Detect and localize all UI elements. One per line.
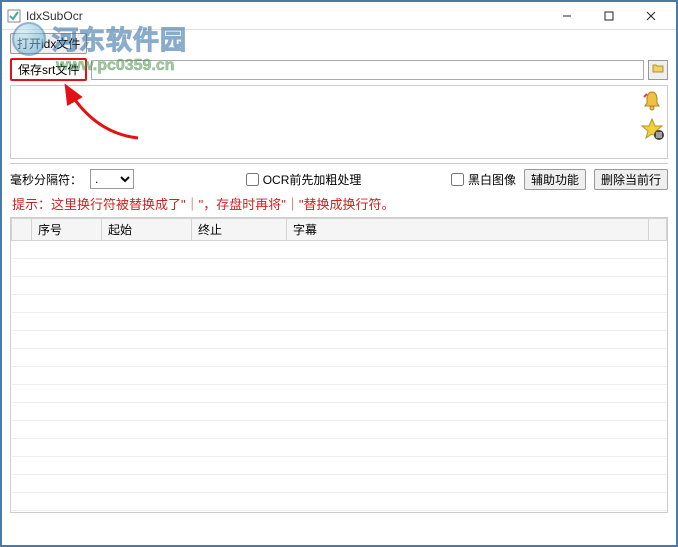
table-row[interactable] [12,277,667,295]
window-title: IdxSubOcr [26,9,546,23]
bw-image-label: 黑白图像 [468,171,516,188]
column-header-num[interactable]: 序号 [32,219,102,241]
table-row[interactable] [12,295,667,313]
folder-icon [652,62,664,74]
save-srt-button[interactable]: 保存srt文件 [10,58,87,81]
column-header-tail[interactable] [649,219,667,241]
divider [10,163,668,164]
ocr-bold-checkbox[interactable] [246,173,259,186]
table-row[interactable] [12,349,667,367]
maximize-button[interactable] [588,2,630,30]
subtitle-table-wrap: 序号 起始 终止 字幕 [10,217,668,513]
srt-filepath-input[interactable] [91,60,644,80]
table-row[interactable] [12,403,667,421]
options-row: 毫秒分隔符： . OCR前先加粗处理 黑白图像 辅助功能 删除当前行 [2,166,676,192]
column-header-rownum[interactable] [12,219,32,241]
table-row[interactable] [12,457,667,475]
star-icon[interactable] [639,116,665,142]
open-idx-button[interactable]: 打开idx文件 [10,33,87,54]
table-row[interactable] [12,331,667,349]
subtitle-table: 序号 起始 终止 字幕 [11,218,667,511]
table-row[interactable] [12,421,667,439]
assist-button[interactable]: 辅助功能 [524,169,586,190]
column-header-subtitle[interactable]: 字幕 [287,219,649,241]
app-icon [6,8,22,24]
table-row[interactable] [12,493,667,511]
save-srt-row: 保存srt文件 [2,56,676,83]
open-idx-row: 打开idx文件 [2,30,676,56]
table-body [12,241,667,511]
bw-image-checkbox[interactable] [451,173,464,186]
table-row[interactable] [12,241,667,259]
delete-row-button[interactable]: 删除当前行 [594,169,668,190]
close-button[interactable] [630,2,672,30]
separator-select[interactable]: . [90,169,134,189]
preview-panel [10,85,668,159]
hint-text: 提示：这里换行符被替换成了"｜"，存盘时再将"｜"替换成换行符。 [2,192,676,217]
table-row[interactable] [12,367,667,385]
separator-label: 毫秒分隔符： [10,171,82,188]
titlebar: IdxSubOcr [2,2,676,30]
minimize-button[interactable] [546,2,588,30]
table-row[interactable] [12,385,667,403]
column-header-end[interactable]: 终止 [192,219,287,241]
table-row[interactable] [12,475,667,493]
ocr-bold-checkbox-group[interactable]: OCR前先加粗处理 [246,171,362,188]
browse-button[interactable] [648,60,668,80]
column-header-start[interactable]: 起始 [102,219,192,241]
ocr-bold-label: OCR前先加粗处理 [263,171,362,188]
table-row[interactable] [12,259,667,277]
bell-icon[interactable] [639,88,665,114]
table-row[interactable] [12,313,667,331]
table-row[interactable] [12,439,667,457]
bw-image-checkbox-group[interactable]: 黑白图像 [451,171,516,188]
